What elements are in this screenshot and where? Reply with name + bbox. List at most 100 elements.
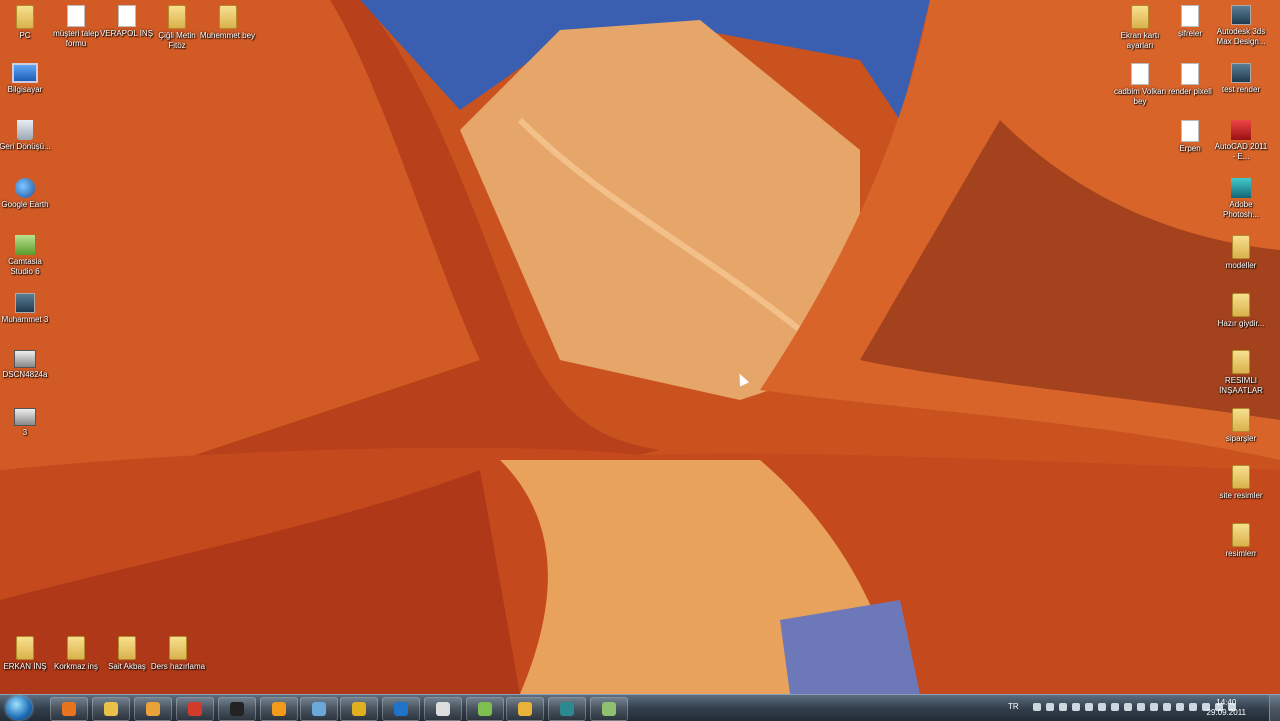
desktop-icon[interactable]: Erpen [1162,120,1218,154]
tray-icon[interactable] [1189,703,1197,711]
folder-icon [16,636,34,660]
desktop-icon[interactable]: Adobe Photosh... [1213,177,1269,220]
recycle-bin-icon [17,120,33,140]
taskbar-button[interactable] [590,697,628,721]
desktop-icon[interactable]: DSCN4824a [0,350,53,380]
desktop-icon[interactable]: site resimler [1213,465,1269,501]
desktop-icon[interactable]: Autodesk 3ds Max Design... [1213,5,1269,47]
tray-icon[interactable] [1111,703,1119,711]
taskbar-button[interactable] [50,697,88,721]
taskbar-button[interactable] [424,697,462,721]
start-button[interactable] [6,696,32,720]
desktop-icon-label: Çiğli Metin Fitöz [158,31,196,50]
desktop-icon[interactable]: Google Earth [0,177,53,210]
wallpaper [0,0,1280,694]
desktop-icon[interactable]: şifreler [1162,5,1218,39]
tray-icon[interactable] [1150,703,1158,711]
taskbar-button[interactable] [218,697,256,721]
app-white-icon [436,702,450,716]
desktop-icon[interactable]: Muhammet 3 [0,292,53,325]
desktop-icon-label: Ders hazırlama [150,662,206,671]
outlook-icon [518,702,532,716]
taskbar-button[interactable] [506,697,544,721]
desktop-icon[interactable]: siparşler [1213,407,1269,444]
desktop-icon[interactable]: render pixell [1162,62,1218,97]
desktop-icon-label: modeller [1225,261,1257,270]
desktop-icon[interactable]: Sait Akbaş [99,636,155,672]
document-icon [1131,62,1149,85]
desktop-icon[interactable]: ERKAN İNŞ [0,636,53,672]
folder-icon [118,636,136,660]
taskbar-button[interactable] [548,697,586,721]
desktop-icon[interactable]: Çiğli Metin Fitöz [149,5,205,51]
desktop-icon[interactable]: cadbim Volkan bey [1112,62,1168,107]
tray-icon[interactable] [1124,703,1132,711]
desktop-icon[interactable]: 3 [0,407,53,438]
tray-icon[interactable] [1046,703,1054,711]
desktop-icon-label: Autodesk 3ds Max Design... [1216,27,1266,46]
app-dark-icon [230,702,244,716]
clock-date: 29.09.2011 [1206,708,1246,717]
desktop-icon[interactable]: PC [0,5,53,41]
desktop-icon[interactable]: Korkmaz inş [48,636,104,672]
desktop-icon[interactable]: Geri Dönüşü... [0,120,53,152]
media-player-icon [146,702,160,716]
desktop-icon-label: RESIMLI İNŞAATLAR [1219,376,1263,395]
taskbar-button[interactable] [176,697,214,721]
tray-icon[interactable] [1098,703,1106,711]
taskbar-button[interactable] [134,697,172,721]
folder-icon [168,5,186,29]
desktop-icon[interactable]: resimlerr [1213,522,1269,559]
taskbar-button[interactable] [340,697,378,721]
taskbar-button[interactable] [260,697,298,721]
app-folder-icon [602,702,616,716]
document-icon [1181,62,1199,85]
desktop-icon[interactable]: AutoCAD 2011 - E... [1213,120,1269,162]
taskbar-button[interactable] [466,697,504,721]
language-indicator[interactable]: TR [1008,702,1019,711]
desktop-icon-label: Muhammet 3 [1,314,49,324]
3dsmax-file-icon [1231,62,1251,83]
folder-icon [1232,465,1250,489]
desktop-icon-label: Muhemmet bey [199,31,256,40]
desktop-icon[interactable]: Hazır giydir... [1213,292,1269,329]
desktop-icon[interactable]: Muhemmet bey [200,5,256,41]
taskbar-button[interactable] [382,697,420,721]
desktop[interactable]: PC Bilgisayar Geri Dönüşü... Google Earth Ca… [0,0,1280,694]
folder-icon [1232,235,1250,259]
desktop-icon-label: test render [1221,84,1261,94]
3dsmax-icon [560,702,574,716]
image-file-icon [14,407,36,426]
clock[interactable]: 14:40 29.09.2011 [1207,698,1246,718]
desktop-icon[interactable]: test render [1213,62,1269,95]
tray-icon[interactable] [1072,703,1080,711]
desktop-icon-label: DSCN4824a [2,370,48,379]
tray-icon[interactable] [1163,703,1171,711]
desktop-icon[interactable]: RESIMLI İNŞAATLAR [1213,350,1269,396]
taskbar-button[interactable] [300,697,338,721]
desktop-icon-label: şifreler [1177,29,1202,38]
desktop-icon[interactable]: Bilgisayar [0,62,53,95]
autocad-icon [1231,120,1251,140]
tray-icon[interactable] [1059,703,1067,711]
tray-icon[interactable] [1176,703,1184,711]
taskbar-button[interactable] [92,697,130,721]
3dsmax-icon [1231,5,1251,25]
tray-icon[interactable] [1137,703,1145,711]
taskbar: TR 14:40 29.09.2011 [0,694,1280,721]
firefox-icon [62,702,76,716]
document-icon [117,5,136,27]
clock-time: 14:40 [1216,698,1237,707]
globe-icon [15,177,35,198]
desktop-icon-label: Google Earth [1,199,49,209]
desktop-icon[interactable]: VERAPOL İNŞ [99,5,155,39]
desktop-icon[interactable]: modeller [1213,235,1269,271]
notepad-icon [478,702,492,716]
desktop-icon[interactable]: müşteri talep formu [48,5,104,49]
show-desktop-button[interactable] [1269,695,1280,721]
desktop-icon[interactable]: Ders hazırlama [150,636,206,672]
tray-icon[interactable] [1085,703,1093,711]
desktop-icon[interactable]: Camtasia Studio 6 [0,235,53,277]
desktop-icon[interactable]: Ekran kartı ayarları [1112,5,1168,51]
tray-icon[interactable] [1033,703,1041,711]
